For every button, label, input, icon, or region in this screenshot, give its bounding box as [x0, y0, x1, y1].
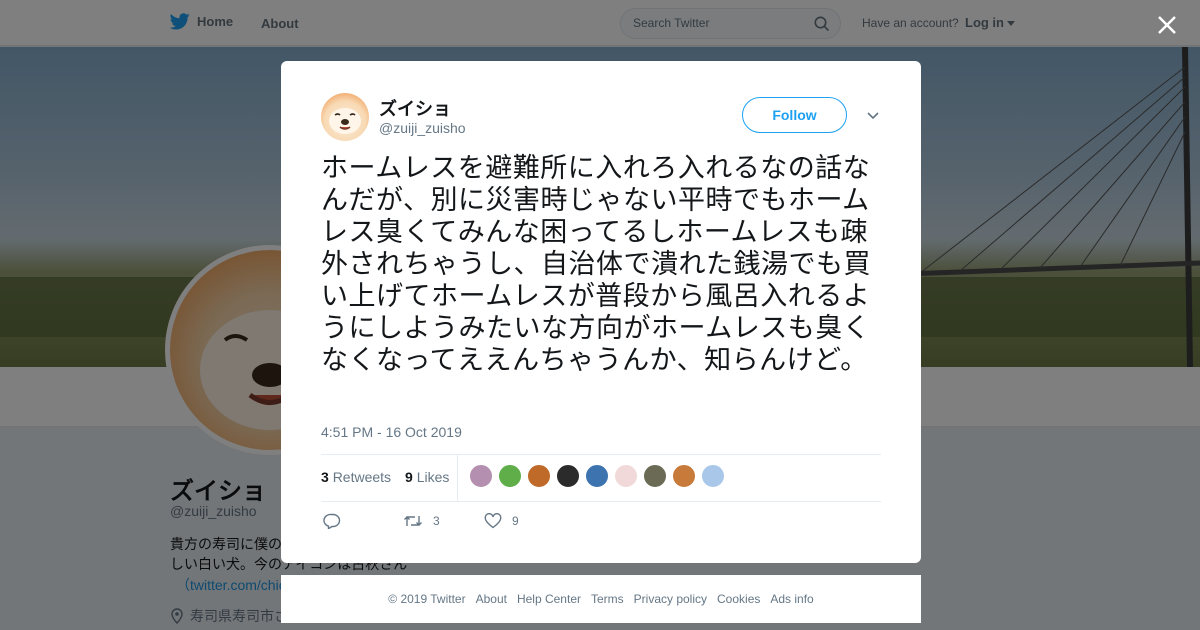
footer-copyright: © 2019 Twitter: [388, 592, 466, 606]
footer-link-cookies[interactable]: Cookies: [717, 592, 760, 606]
tweet-timestamp[interactable]: 4:51 PM - 16 Oct 2019: [321, 424, 462, 440]
footer-link-ads[interactable]: Ads info: [770, 592, 813, 606]
tweet-modal: ズイショ @zuiji_zuisho Follow ホームレスを避難所に入れろ入…: [281, 61, 921, 563]
liker-avatar[interactable]: [527, 464, 551, 488]
author-name[interactable]: ズイショ: [379, 95, 451, 121]
tweet-stats: 3 Retweets 9 Likes: [321, 469, 449, 485]
liker-avatar[interactable]: [614, 464, 638, 488]
modal-footer: © 2019 Twitter About Help Center Terms P…: [281, 575, 921, 623]
liker-avatar[interactable]: [585, 464, 609, 488]
author-avatar[interactable]: [321, 93, 369, 141]
retweets-label: Retweets: [332, 469, 392, 485]
author-handle[interactable]: @zuiji_zuisho: [379, 120, 466, 136]
heart-icon: [484, 513, 502, 529]
reply-button[interactable]: [323, 513, 403, 529]
reply-icon: [323, 513, 341, 529]
retweet-count: 3: [433, 514, 440, 528]
footer-link-terms[interactable]: Terms: [591, 592, 624, 606]
liker-avatars: [469, 464, 725, 488]
retweet-icon: [404, 516, 422, 526]
retweets-stat[interactable]: 3 Retweets: [321, 469, 391, 485]
close-icon[interactable]: [1156, 14, 1178, 36]
footer-link-privacy[interactable]: Privacy policy: [634, 592, 707, 606]
tweet-text: ホームレスを避難所に入れろ入れるなの話なんだが、別に災害時じゃない平時でもホーム…: [321, 153, 871, 376]
likes-stat[interactable]: 9 Likes: [405, 469, 449, 485]
dog-face-icon: [329, 108, 361, 134]
like-count: 9: [512, 514, 519, 528]
retweet-button[interactable]: 3: [403, 513, 484, 529]
liker-avatar[interactable]: [469, 464, 493, 488]
liker-avatar[interactable]: [498, 464, 522, 488]
divider: [321, 454, 881, 455]
likes-count: 9: [405, 469, 413, 485]
follow-button[interactable]: Follow: [742, 97, 847, 133]
liker-avatar[interactable]: [672, 464, 696, 488]
liker-avatar[interactable]: [643, 464, 667, 488]
divider: [321, 501, 881, 502]
liker-avatar[interactable]: [556, 464, 580, 488]
likes-label: Likes: [416, 469, 450, 485]
tweet-actions: 3 9: [323, 513, 519, 529]
footer-link-help[interactable]: Help Center: [517, 592, 581, 606]
divider: [457, 455, 458, 501]
like-button[interactable]: 9: [484, 513, 519, 529]
retweets-count: 3: [321, 469, 329, 485]
chevron-down-icon[interactable]: [866, 111, 880, 121]
footer-link-about[interactable]: About: [476, 592, 507, 606]
liker-avatar[interactable]: [701, 464, 725, 488]
